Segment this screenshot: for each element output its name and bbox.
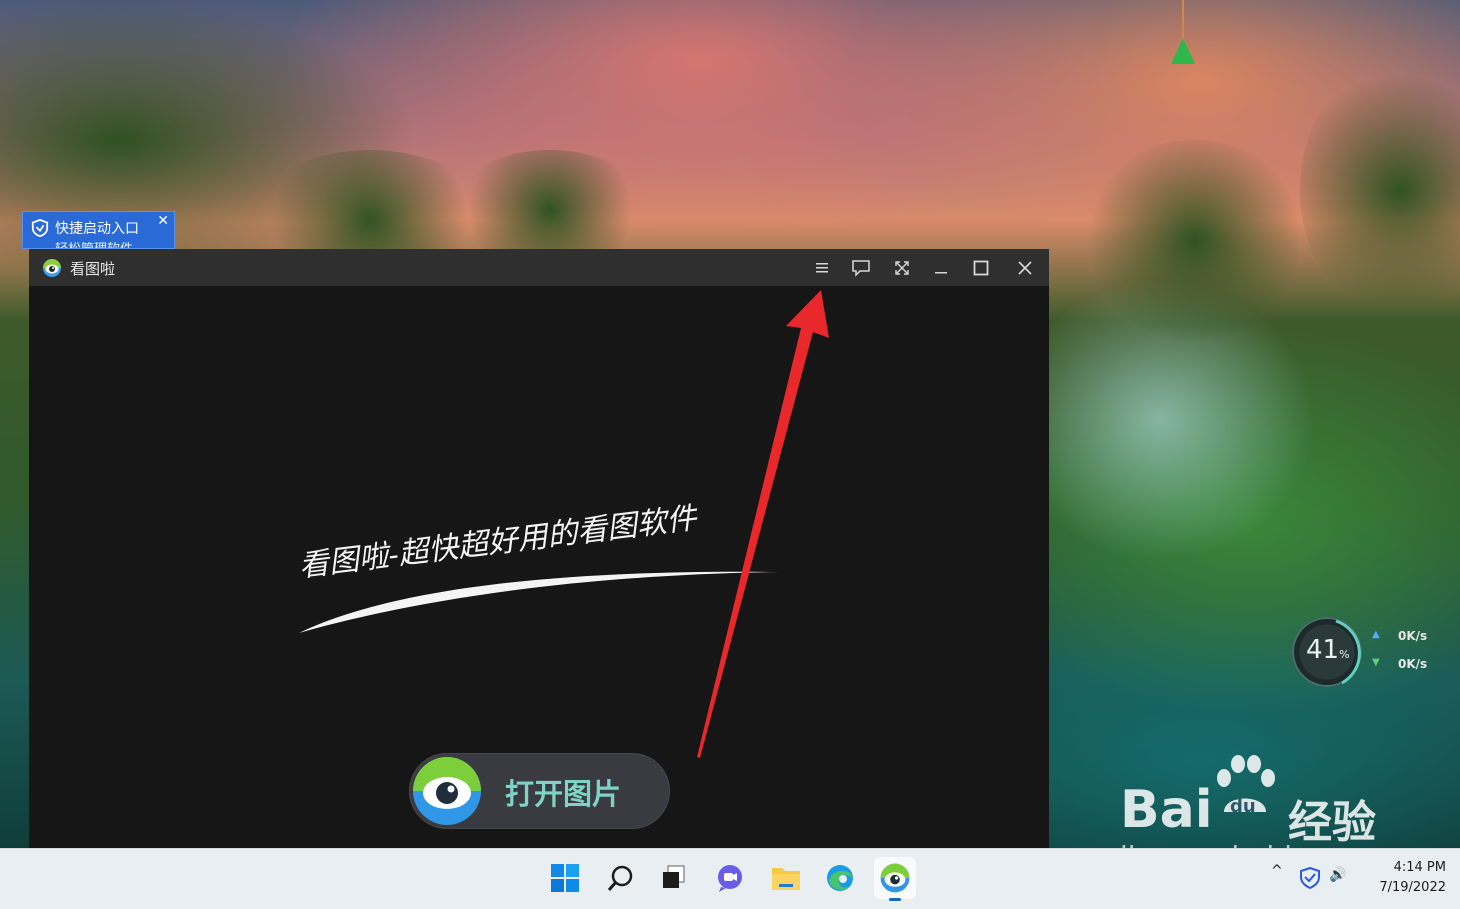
download-arrow-icon: ▼ (1372, 657, 1380, 668)
menu-icon (816, 263, 828, 273)
upload-speed: 0K/s (1398, 629, 1428, 643)
clock-time: 4:14 PM (1393, 860, 1446, 875)
chevron-up-icon[interactable]: ^ (1271, 863, 1283, 879)
popup-subtitle: 轻松管理软件 (55, 238, 133, 248)
maximize-button[interactable] (963, 253, 999, 283)
active-indicator (889, 898, 901, 901)
wallpaper-tree (1080, 140, 1310, 340)
upload-arrow-icon: ▲ (1372, 629, 1380, 640)
clock-date: 7/19/2022 (1379, 880, 1446, 895)
menu-button[interactable] (804, 253, 840, 283)
search-button[interactable] (600, 857, 642, 899)
window-title: 看图啦 (70, 260, 116, 278)
taskbar: ^ 🔊 4:14 PM 7/19/2022 (0, 848, 1460, 909)
slogan-swoosh (299, 571, 779, 633)
open-image-label: 打开图片 (505, 777, 622, 811)
download-speed: 0K/s (1398, 657, 1428, 671)
volume-icon[interactable]: 🔊 (1329, 867, 1346, 883)
maximize-icon (973, 260, 989, 276)
slogan: 看图啦-超快超好用的看图软件 (297, 501, 799, 639)
edge-button[interactable] (819, 857, 861, 899)
app-window: 看图啦 看图啦-超快超好用的看图软件 打开图片 (29, 249, 1049, 848)
feedback-icon (852, 260, 870, 277)
fullscreen-button[interactable] (884, 253, 920, 283)
feedback-button[interactable] (843, 253, 879, 283)
memory-percent: 41% (1306, 635, 1350, 665)
close-icon[interactable]: ✕ (157, 213, 169, 229)
windows-start-icon (551, 864, 579, 892)
shield-icon (31, 219, 49, 237)
paw-icon: du (1217, 755, 1275, 817)
security-shield-icon[interactable] (1299, 867, 1321, 889)
kantula-taskbar-button[interactable] (874, 857, 916, 901)
network-speed-widget[interactable]: 41% ▲ 0K/s ▼ 0K/s (1290, 615, 1438, 687)
close-icon (1018, 261, 1032, 275)
app-logo-icon (43, 259, 61, 277)
system-clock[interactable]: 4:14 PM 7/19/2022 (1366, 858, 1446, 898)
file-explorer-icon (772, 868, 800, 890)
window-titlebar[interactable]: 看图啦 (29, 249, 1049, 286)
popup-title: 快捷启动入口 (55, 221, 139, 237)
edge-icon (827, 865, 853, 891)
quick-launch-popup[interactable]: 快捷启动入口 轻松管理软件 ✕ (22, 211, 175, 249)
chat-button[interactable] (709, 857, 751, 899)
paw-text: du (1230, 796, 1256, 817)
watermark-brand-left: Bai (1120, 780, 1213, 840)
close-button[interactable] (1007, 253, 1043, 283)
chat-icon (718, 865, 742, 892)
fullscreen-icon (895, 261, 909, 275)
kantula-app-icon (880, 863, 910, 893)
task-view-icon (663, 865, 685, 888)
minimize-icon (935, 272, 947, 274)
eye-logo-icon (413, 757, 481, 825)
start-button[interactable] (544, 857, 586, 899)
task-view-button[interactable] (653, 857, 695, 899)
file-explorer-button[interactable] (765, 857, 807, 899)
minimize-button[interactable] (923, 253, 959, 283)
wallpaper-tree (1300, 60, 1460, 320)
search-icon (607, 865, 633, 891)
open-image-button[interactable]: 打开图片 (409, 753, 670, 829)
christmas-tree-ornament[interactable] (1169, 0, 1197, 72)
